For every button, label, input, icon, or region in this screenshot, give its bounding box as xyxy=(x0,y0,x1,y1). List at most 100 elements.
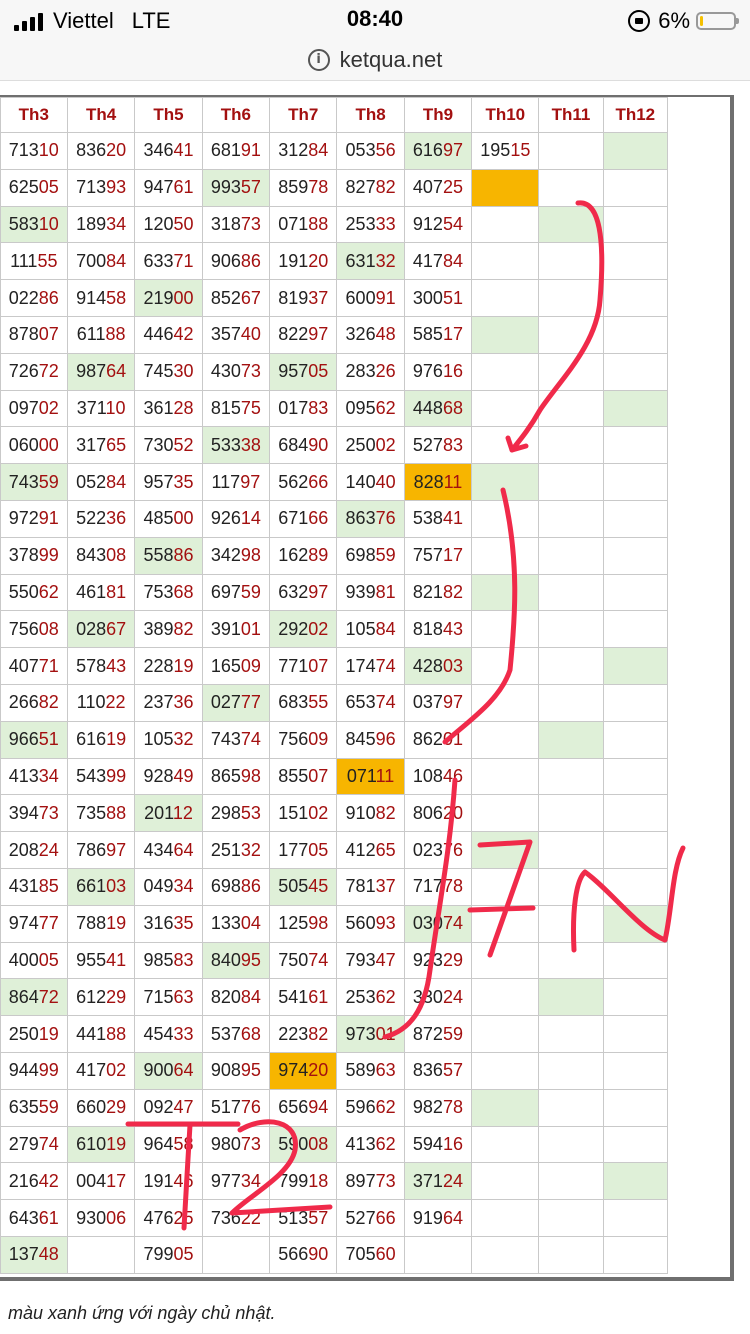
table-cell: 63559 xyxy=(0,1088,68,1127)
results-table-container[interactable]: Th2Th3Th4Th5Th6Th7Th8Th9Th10Th11Th12 713… xyxy=(0,95,734,1281)
table-cell xyxy=(602,1015,669,1053)
cell-lead-digits: 736 xyxy=(210,1207,241,1228)
table-cell: 78137 xyxy=(336,867,405,906)
cell-tail-digits: 61 xyxy=(173,177,194,198)
cell-tail-digits: 66 xyxy=(308,508,329,529)
address-bar[interactable]: i ketqua.net xyxy=(0,40,750,81)
table-row: 02286 91458 21900 85267 81937 60091 30051 xyxy=(0,279,669,317)
table-cell: 36128 xyxy=(134,389,203,428)
table-cell xyxy=(538,647,604,685)
table-row: 41334 54399 92849 86598 85507 07111 10846 xyxy=(0,757,669,796)
table-cell: 94761 xyxy=(134,168,203,207)
cell-tail-digits: 02 xyxy=(375,434,396,455)
cell-lead-digits: 428 xyxy=(412,655,443,676)
table-cell xyxy=(471,389,540,428)
cell-tail-digits: 53 xyxy=(240,802,261,823)
column-header: Th10 xyxy=(471,97,540,133)
cell-lead-digits: 715 xyxy=(143,986,174,1007)
cell-lead-digits: 756 xyxy=(278,729,309,750)
table-cell xyxy=(471,941,540,980)
cell-tail-digits: 59 xyxy=(442,1023,463,1044)
table-cell xyxy=(602,242,669,281)
table-cell: 41362 xyxy=(336,1125,405,1164)
column-header: Th11 xyxy=(538,97,604,133)
table-row: 63559 66029 09247 51776 65694 59662 98278 xyxy=(0,1088,669,1127)
cell-tail-digits: 30 xyxy=(173,361,194,382)
cell-tail-digits: 59 xyxy=(240,581,261,602)
cell-lead-digits: 400 xyxy=(8,949,39,970)
table-cell xyxy=(602,1199,669,1237)
table-cell: 95705 xyxy=(269,352,338,391)
table-cell: 90064 xyxy=(134,1051,203,1090)
table-row: 20824 78697 43464 25132 17705 41265 02376 xyxy=(0,831,669,869)
cell-tail-digits: 99 xyxy=(38,545,59,566)
table-cell: 68191 xyxy=(201,132,271,170)
cell-tail-digits: 35 xyxy=(173,913,194,934)
cell-lead-digits: 538 xyxy=(412,508,443,529)
table-cell: 82811 xyxy=(403,463,473,501)
table-cell xyxy=(538,1199,604,1237)
table-row: 94499 41702 90064 90895 97420 58963 83657 xyxy=(0,1051,669,1090)
table-cell: 06000 xyxy=(0,426,68,465)
cell-tail-digits: 78 xyxy=(442,1097,463,1118)
cell-lead-digits: 312 xyxy=(278,140,309,161)
cell-lead-digits: 566 xyxy=(278,1244,309,1265)
table-cell: 31284 xyxy=(269,132,338,170)
table-cell: 66103 xyxy=(66,867,136,906)
table-cell: 51776 xyxy=(201,1088,271,1127)
table-cell: 41784 xyxy=(403,242,473,281)
cell-lead-digits: 162 xyxy=(278,545,309,566)
table-cell xyxy=(602,647,669,685)
cell-lead-digits: 793 xyxy=(345,949,376,970)
cell-tail-digits: 18 xyxy=(308,1170,329,1191)
table-cell xyxy=(602,279,669,317)
cell-lead-digits: 855 xyxy=(278,765,309,786)
cell-lead-digits: 914 xyxy=(76,287,107,308)
cell-tail-digits: 98 xyxy=(308,913,329,934)
cell-lead-digits: 004 xyxy=(76,1170,107,1191)
cell-lead-digits: 980 xyxy=(210,1133,241,1154)
cell-lead-digits: 944 xyxy=(8,1060,39,1081)
table-cell: 75368 xyxy=(134,573,203,612)
cell-tail-digits: 82 xyxy=(173,618,194,639)
table-cell: 03074 xyxy=(403,904,473,943)
cell-tail-digits: 08 xyxy=(106,545,127,566)
table-cell: 90895 xyxy=(201,1051,271,1090)
table-cell xyxy=(602,352,669,391)
info-icon[interactable]: i xyxy=(307,49,330,71)
cell-tail-digits: 97 xyxy=(106,839,127,860)
cell-lead-digits: 590 xyxy=(278,1133,309,1154)
cell-tail-digits: 51 xyxy=(442,287,463,308)
cell-tail-digits: 40 xyxy=(240,324,261,345)
table-row: 62505 71393 94761 99357 85978 82782 40725 xyxy=(0,168,669,207)
column-header: Th9 xyxy=(403,97,473,133)
cell-lead-digits: 806 xyxy=(412,802,443,823)
table-cell: 45433 xyxy=(134,1015,203,1053)
table-row: 58310 18934 12050 31873 07188 25333 91254 xyxy=(0,205,669,244)
cell-lead-digits: 562 xyxy=(278,471,309,492)
cell-lead-digits: 448 xyxy=(412,397,443,418)
cell-lead-digits: 283 xyxy=(345,361,376,382)
cell-lead-digits: 071 xyxy=(346,765,376,786)
table-cell: 98278 xyxy=(403,1088,473,1127)
cell-lead-digits: 827 xyxy=(345,177,376,198)
table-cell: 82782 xyxy=(336,168,405,207)
table-cell: 43185 xyxy=(0,867,68,906)
table-cell: 21900 xyxy=(134,279,203,317)
table-cell: 86376 xyxy=(336,499,405,538)
cell-lead-digits: 560 xyxy=(345,913,376,934)
table-cell xyxy=(602,978,669,1017)
cell-tail-digits: 83 xyxy=(173,949,194,970)
cell-tail-digits: 90 xyxy=(308,1244,329,1265)
cell-tail-digits: 49 xyxy=(173,765,194,786)
cell-lead-digits: 957 xyxy=(143,471,174,492)
cell-tail-digits: 09 xyxy=(240,655,261,676)
cell-tail-digits: 08 xyxy=(308,1133,329,1154)
cell-lead-digits: 585 xyxy=(412,324,443,345)
cell-lead-digits: 799 xyxy=(278,1170,309,1191)
table-cell: 93981 xyxy=(336,573,405,612)
table-cell xyxy=(538,720,604,759)
table-row: 72672 98764 74530 43073 95705 28326 97616 xyxy=(0,352,669,391)
cell-tail-digits: 76 xyxy=(442,839,463,860)
cell-lead-digits: 756 xyxy=(8,618,39,639)
